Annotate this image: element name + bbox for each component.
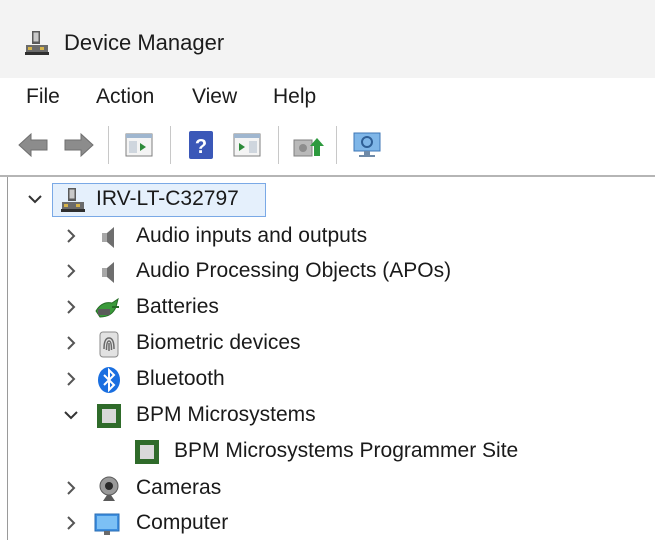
title-bar: Device Manager [0, 0, 655, 78]
computer-tree-icon [61, 188, 85, 212]
speaker-icon [102, 262, 114, 283]
tree-item-label: Computer [136, 511, 229, 534]
tree-item-label: BPM Microsystems [136, 403, 316, 426]
chevron-right-icon[interactable] [62, 334, 80, 352]
chevron-right-icon[interactable] [62, 370, 80, 388]
speaker-icon [102, 227, 114, 248]
update-driver-icon[interactable] [290, 128, 324, 162]
menu-bar: File Action View Help [0, 78, 655, 116]
tree-item-bluetooth[interactable]: Bluetooth [8, 363, 655, 397]
device-manager-icon [25, 31, 49, 55]
tree-item-audio-inputs[interactable]: Audio inputs and outputs [8, 220, 655, 254]
chevron-right-icon[interactable] [62, 479, 80, 497]
tree-item-cameras[interactable]: Cameras [8, 472, 655, 506]
tree-item-label: BPM Microsystems Programmer Site [174, 439, 519, 462]
chevron-down-icon[interactable] [26, 190, 44, 208]
tree-item-label: Biometric devices [136, 331, 301, 354]
tree-item-bpm-programmer-site[interactable]: BPM Microsystems Programmer Site [8, 435, 655, 469]
chip-icon [97, 404, 121, 428]
menu-file[interactable]: File [26, 85, 60, 109]
chevron-right-icon[interactable] [62, 514, 80, 532]
tree-root-row[interactable]: IRV-LT-C32797 [8, 183, 655, 217]
show-hide-console-tree-icon[interactable] [122, 128, 156, 162]
chip-icon [135, 440, 159, 464]
tree-item-bpm-microsystems[interactable]: BPM Microsystems [8, 399, 655, 433]
toolbar-separator [278, 126, 279, 164]
toolbar-separator [336, 126, 337, 164]
action-pane-icon[interactable] [230, 128, 264, 162]
battery-icon [95, 297, 119, 318]
tree-item-label: Batteries [136, 295, 219, 318]
toolbar-separator [108, 126, 109, 164]
webcam-icon [99, 476, 119, 501]
menu-view[interactable]: View [192, 85, 237, 109]
monitor-icon [94, 513, 120, 535]
device-tree: IRV-LT-C32797 Audio inputs and outputs A… [8, 177, 655, 540]
scan-hardware-changes-icon[interactable] [350, 128, 384, 162]
forward-arrow-icon[interactable] [62, 128, 96, 162]
tree-item-label: Audio inputs and outputs [136, 224, 368, 247]
back-arrow-icon[interactable] [16, 128, 50, 162]
tree-root-label: IRV-LT-C32797 [96, 187, 239, 210]
toolbar-separator [170, 126, 171, 164]
bluetooth-icon [98, 367, 120, 393]
chevron-right-icon[interactable] [62, 227, 80, 245]
fingerprint-icon [99, 331, 119, 358]
tree-item-label: Audio Processing Objects (APOs) [136, 259, 452, 282]
menu-help[interactable]: Help [273, 85, 316, 109]
chevron-right-icon[interactable] [62, 298, 80, 316]
chevron-right-icon[interactable] [62, 262, 80, 280]
chevron-down-icon[interactable] [62, 406, 80, 424]
tree-item-batteries[interactable]: Batteries [8, 291, 655, 325]
toolbar: ? [0, 116, 655, 172]
tree-item-computer[interactable]: Computer [8, 507, 655, 541]
tree-item-biometric-devices[interactable]: Biometric devices [8, 327, 655, 361]
menu-action[interactable]: Action [96, 85, 154, 109]
window-title: Device Manager [64, 30, 225, 55]
tree-item-label: Cameras [136, 476, 222, 499]
tree-item-label: Bluetooth [136, 367, 225, 390]
help-icon[interactable]: ? [184, 128, 218, 162]
tree-item-audio-processing-objects[interactable]: Audio Processing Objects (APOs) [8, 255, 655, 289]
svg-text:?: ? [195, 136, 207, 158]
